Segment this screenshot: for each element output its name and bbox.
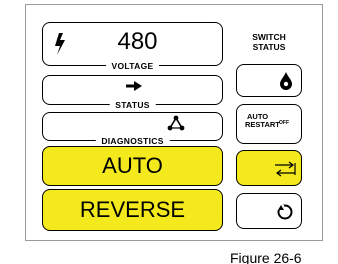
- switch-status-title-line2: STATUS: [252, 42, 286, 52]
- diagnostics-display[interactable]: DIAGNOSTICS: [42, 112, 223, 146]
- auto-restart-state: OFF: [279, 120, 289, 126]
- transfer-arrows-icon: [275, 161, 296, 177]
- voltage-legend: VOLTAGE: [105, 61, 160, 71]
- switch-status-title-line1: SWITCH: [252, 32, 286, 42]
- drop-icon: [280, 72, 292, 90]
- switch-status-title: SWITCH STATUS: [236, 32, 302, 52]
- drop-button[interactable]: [236, 64, 302, 97]
- auto-restart-label: AUTO RESTART: [245, 113, 280, 128]
- reverse-button-label: REVERSE: [79, 197, 186, 222]
- voltage-display: 480 VOLTAGE: [42, 22, 223, 71]
- voltage-value: 480: [117, 28, 158, 55]
- transfer-button[interactable]: [236, 150, 302, 186]
- figure-caption: Figure 26-6: [230, 250, 302, 264]
- auto-button-label: AUTO: [102, 153, 163, 178]
- status-legend: STATUS: [109, 100, 156, 110]
- reverse-button[interactable]: REVERSE: [42, 189, 223, 231]
- right-arrow-icon: [126, 81, 142, 91]
- diagnostics-triangle-icon: [167, 115, 185, 131]
- auto-button[interactable]: AUTO: [42, 146, 223, 186]
- status-display[interactable]: STATUS: [42, 75, 223, 110]
- cycle-button[interactable]: [236, 193, 302, 229]
- auto-restart-line2: RESTART: [245, 119, 280, 129]
- auto-restart-button[interactable]: AUTO RESTART OFF: [236, 104, 302, 144]
- cycle-icon: [276, 204, 293, 220]
- diagnostics-legend: DIAGNOSTICS: [95, 136, 170, 146]
